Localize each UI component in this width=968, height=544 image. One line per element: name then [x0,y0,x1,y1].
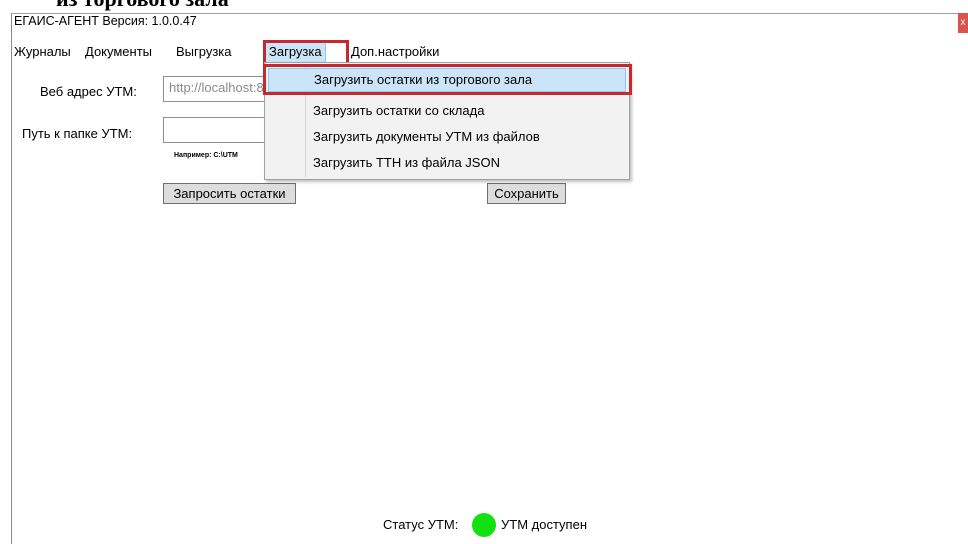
dropdown-item-load-ttn-json[interactable]: Загрузить ТТН из файла JSON [268,151,626,175]
menu-export[interactable]: Выгрузка [176,42,232,62]
utm-folder-input[interactable] [163,117,273,143]
menu-documents[interactable]: Документы [85,42,152,62]
utm-address-label: Веб адрес УТМ: [40,84,137,99]
close-icon[interactable]: x [958,13,968,33]
utm-folder-hint: Например: C:\UTM [174,152,238,159]
dropdown-item-load-floor-stock[interactable]: Загрузить остатки из торгового зала [268,68,626,92]
menu-journals[interactable]: Журналы [14,42,71,62]
window-title: ЕГАИС-АГЕНТ Версия: 1.0.0.47 [14,14,197,28]
utm-status-text: УТМ доступен [501,517,588,532]
dropdown-item-load-warehouse-stock[interactable]: Загрузить остатки со склада [268,99,626,123]
status-indicator-icon [472,513,496,537]
menu-extra-settings[interactable]: Доп.настройки [351,42,439,62]
save-button[interactable]: Сохранить [487,183,566,204]
request-stock-button[interactable]: Запросить остатки [163,183,296,204]
utm-folder-label: Путь к папке УТМ: [22,126,133,141]
dropdown-item-load-utm-documents[interactable]: Загрузить документы УТМ из файлов [268,125,626,149]
utm-status-label: Статус УТМ: [383,517,459,532]
document-heading-fragment: из торгового зала [56,0,229,12]
utm-address-input[interactable]: http://localhost:8080 [163,76,273,102]
import-dropdown: Загрузить остатки из торгового зала Загр… [264,62,630,180]
menu-import[interactable]: Загрузка [265,42,326,64]
